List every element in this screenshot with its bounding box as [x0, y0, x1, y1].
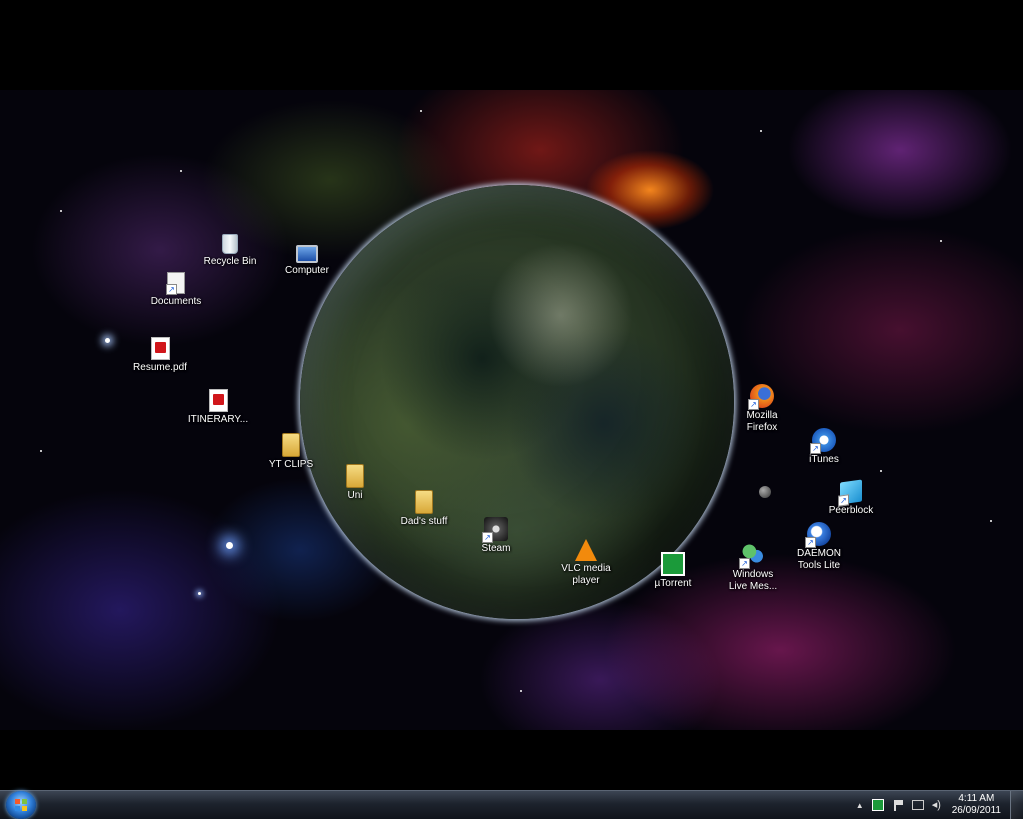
- desktop-icon-label: Steam: [481, 543, 511, 554]
- network-icon[interactable]: [911, 800, 924, 810]
- show-desktop-button[interactable]: [1010, 791, 1023, 819]
- notification-area: ▲ ◂) 4:11 AM 26/09/2011: [856, 791, 1001, 819]
- desktop-icon-label: ITINERARY...: [187, 414, 249, 425]
- firefox-icon: ↗: [748, 384, 774, 410]
- desktop-icon-steam[interactable]: ↗ Steam: [459, 517, 533, 555]
- desktop-icon-recycle-bin[interactable]: Recycle Bin: [193, 232, 267, 268]
- clock-time: 4:11 AM: [958, 793, 995, 804]
- desktop-icon-label: Mozilla Firefox: [746, 410, 778, 433]
- folder-icon: [282, 433, 300, 457]
- volume-icon[interactable]: ◂): [932, 799, 944, 811]
- pdf-icon: [150, 337, 170, 360]
- clock-date: 26/09/2011: [951, 805, 1001, 816]
- desktop-icon-label: Resume.pdf: [133, 362, 187, 373]
- desktop-icon-label: µTorrent: [654, 578, 692, 589]
- desktop-icon-label: Documents: [150, 296, 202, 307]
- desktop-icon-label: Peerblock: [828, 505, 874, 516]
- desktop-icon-daemon-tools-lite[interactable]: ↗ DAEMON Tools Lite: [782, 522, 856, 572]
- desktop-icon-mozilla-firefox[interactable]: ↗ Mozilla Firefox: [725, 384, 799, 434]
- desktop-icon-label: Computer: [285, 265, 329, 276]
- pdf-icon: [208, 389, 228, 412]
- desktop-icon-label: DAEMON Tools Lite: [797, 548, 841, 571]
- itunes-icon: ↗: [810, 428, 836, 454]
- desktop-icon-label: Recycle Bin: [203, 256, 257, 267]
- desktop-icon-resume-pdf[interactable]: Resume.pdf: [123, 337, 197, 374]
- daemon-tools-icon: ↗: [805, 522, 831, 548]
- desktop-icon-label: Dad's stuff: [400, 516, 448, 527]
- folder-icon: [346, 464, 364, 488]
- start-button[interactable]: [6, 791, 36, 819]
- desktop-icon-dads-stuff[interactable]: Dad's stuff: [387, 490, 461, 528]
- vlc-icon: [575, 539, 597, 561]
- desktop-icon-itinerary-pdf[interactable]: ITINERARY...: [181, 389, 255, 426]
- utorrent-tray-icon[interactable]: [871, 799, 884, 811]
- desktop-icon-label: Uni: [347, 490, 363, 501]
- desktop-icon-uni[interactable]: Uni: [318, 464, 392, 502]
- desktop-icon-label: VLC media player: [561, 563, 611, 586]
- desktop-icon-utorrent[interactable]: µTorrent: [636, 552, 710, 590]
- desktop-wallpaper: [0, 90, 1023, 730]
- desktop-icon-windows-live-messenger[interactable]: ↗ Windows Live Mes...: [716, 543, 790, 593]
- desktop-icon-peerblock[interactable]: ↗ Peerblock: [814, 479, 888, 517]
- desktop-icon-yt-clips[interactable]: YT CLIPS: [254, 433, 328, 471]
- desktop-icon-vlc-media-player[interactable]: VLC media player: [548, 539, 624, 587]
- desktop-icon-label: YT CLIPS: [268, 459, 314, 470]
- folder-icon: [415, 490, 433, 514]
- desktop-icon-label: iTunes: [809, 454, 839, 465]
- action-center-flag-icon[interactable]: [892, 799, 904, 811]
- taskbar: ▲ ◂) 4:11 AM 26/09/2011: [0, 790, 1023, 819]
- desktop-icon-label: Windows Live Mes...: [728, 569, 778, 592]
- windows-logo-icon: [15, 799, 27, 811]
- recycle-bin-icon: [222, 234, 238, 254]
- windows-live-messenger-icon: ↗: [739, 543, 765, 569]
- clock[interactable]: 4:11 AM 26/09/2011: [952, 793, 1001, 817]
- desktop-icon-itunes[interactable]: ↗ iTunes: [787, 428, 861, 466]
- documents-icon: ↗: [166, 272, 185, 295]
- moon-image: [759, 486, 771, 498]
- desktop-icon-computer[interactable]: Computer: [270, 242, 344, 277]
- desktop-icon-documents[interactable]: ↗ Documents: [139, 271, 213, 308]
- show-hidden-icons-chevron[interactable]: ▲: [856, 801, 864, 810]
- steam-icon: ↗: [482, 517, 508, 543]
- utorrent-icon: [661, 552, 685, 576]
- peerblock-icon: ↗: [838, 479, 862, 507]
- computer-icon: [296, 245, 318, 263]
